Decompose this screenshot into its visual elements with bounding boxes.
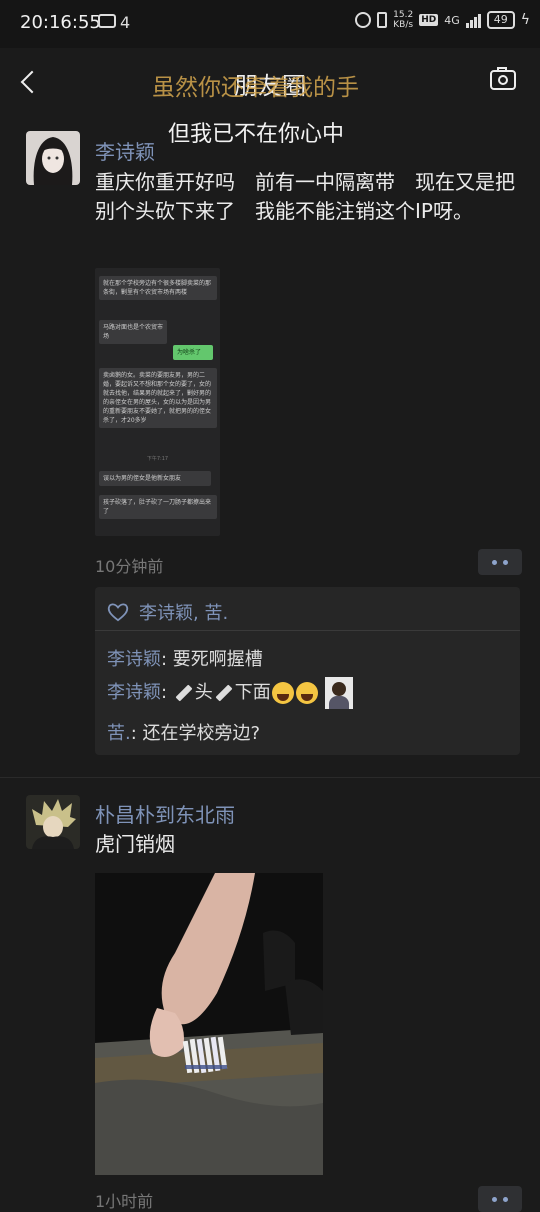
chat-message: 误以为男的侄女是他新女朋友 (99, 471, 211, 486)
vibrate-icon (377, 12, 388, 28)
comment-text-part: 头 (194, 682, 213, 703)
network-speed: 15.2 KB/s (393, 10, 413, 30)
comment-author[interactable]: 苦. (107, 723, 131, 744)
post-time: 10分钟前 (95, 557, 164, 576)
status-icons: 15.2 KB/s HD 4G 49 ϟ (355, 10, 530, 30)
post-text: 重庆你重开好吗 前有一中隔离带 现在又是把别个头砍下来了 我能不能注销这个IP呀… (95, 170, 515, 223)
likes-row: 李诗颖, 苦. (107, 599, 228, 625)
chat-message: 为啥杀了 (173, 345, 213, 360)
post-author[interactable]: 朴昌朴到东北雨 (95, 799, 235, 828)
comment-author[interactable]: 李诗颖 (107, 649, 161, 670)
network-speed-unit: KB/s (393, 20, 414, 30)
more-options-button[interactable] (478, 549, 522, 575)
likes-names[interactable]: 李诗颖, 苦. (139, 599, 228, 625)
comment-text-part: 下面 (234, 682, 271, 703)
comments-box: 李诗颖, 苦. 李诗颖: 要死啊握槽 李诗颖: 头下面 苦.: 还在学校旁边? (95, 587, 520, 755)
network-speed-value: 15.2 (393, 10, 414, 20)
post-image-chat-screenshot[interactable]: 就在那个学校旁边有个很多楼脚卖菜的那条街，剿里有个农贸市场有两楼 马路对面也是个… (95, 268, 220, 536)
post-time: 1小时前 (95, 1192, 154, 1211)
hd-icon: HD (419, 14, 439, 26)
signal-icon (465, 12, 481, 28)
notification-count: 4 (120, 13, 131, 32)
lyric-line-2: 但我已不在你心中 (168, 122, 345, 147)
scream-emoji-icon (271, 682, 294, 704)
avatar[interactable] (26, 131, 80, 185)
post-text: 虎门销烟 (95, 832, 175, 856)
camera-icon[interactable] (490, 67, 516, 90)
chat-message: 就在那个学校旁边有个很多楼脚卖菜的那条街，剿里有个农贸市场有两楼 (99, 276, 217, 300)
comment-text: 要死啊握槽 (172, 649, 263, 670)
heart-icon (107, 603, 129, 622)
video-frame (95, 873, 323, 1175)
lyric-line-1: 虽然你还牵着我的手 (152, 75, 359, 101)
comment-author[interactable]: 李诗颖 (107, 682, 161, 703)
comment-item[interactable]: 李诗颖: 头下面 (107, 677, 353, 709)
chat-timestamp: 下午7:17 (146, 456, 169, 462)
more-options-button[interactable] (478, 1186, 522, 1212)
scream-emoji-icon (295, 682, 318, 704)
network-type: 4G (444, 13, 460, 27)
message-notification-icon (98, 14, 116, 28)
comment-colon: : (130, 723, 143, 744)
post-author[interactable]: 李诗颖 (95, 136, 155, 165)
divider (95, 630, 520, 631)
alarm-icon (355, 12, 372, 28)
chat-message: 孩子砍落了，肚子砍了一刀肠子都撩出来了 (99, 495, 217, 519)
comment-item[interactable]: 李诗颖: 要死啊握槽 (107, 645, 263, 671)
clock: 20:16:55 (20, 12, 101, 33)
charging-icon: ϟ (520, 12, 530, 28)
status-bar: 20:16:55 4 15.2 KB/s HD 4G 49 ϟ (0, 0, 540, 48)
avatar-image (26, 131, 80, 185)
post-video[interactable] (95, 873, 323, 1175)
moments-header: 朋友圈 虽然你还牵着我的手 (0, 48, 540, 114)
comment-colon: : (161, 649, 173, 670)
sticker-image (324, 677, 353, 709)
avatar-image (26, 795, 80, 849)
knife-emoji-icon (215, 684, 233, 702)
comment-text: 还在学校旁边? (142, 723, 261, 744)
comment-item[interactable]: 苦.: 还在学校旁边? (107, 719, 260, 745)
avatar[interactable] (26, 795, 80, 849)
chat-message: 马路对面也是个农贸市场 (99, 320, 167, 344)
post-divider (0, 777, 540, 778)
knife-emoji-icon (175, 684, 193, 702)
chat-message: 卖卤鹅的女。卖菜的要朋友男，男的二婚，要起诉又不想和那个女的要了，女的就去找他，… (99, 368, 217, 428)
battery-icon: 49 (486, 11, 515, 29)
comment-colon: : (161, 682, 173, 703)
